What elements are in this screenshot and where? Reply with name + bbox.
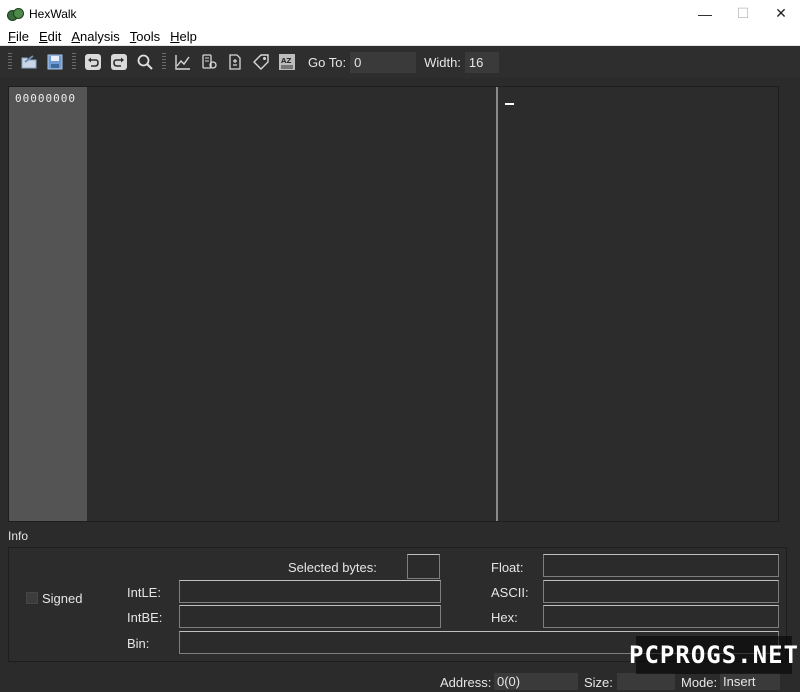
redo-button[interactable] xyxy=(108,51,130,73)
ascii-pane[interactable] xyxy=(498,87,778,521)
redo-icon xyxy=(111,54,127,70)
float-label: Float: xyxy=(491,560,524,575)
toolbar-grip-2[interactable] xyxy=(72,53,76,71)
search-button[interactable] xyxy=(134,51,156,73)
signed-checkbox[interactable] xyxy=(26,592,38,604)
app-logo-icon xyxy=(7,7,24,21)
open-button[interactable] xyxy=(18,51,40,73)
toolbar: AZ Go To: Width: xyxy=(0,46,800,78)
byte-pattern-button[interactable] xyxy=(198,51,220,73)
close-button[interactable]: ✕ xyxy=(762,0,800,27)
svg-text:AZ: AZ xyxy=(281,57,292,65)
mode-value: Insert xyxy=(720,673,780,690)
minimize-button[interactable]: — xyxy=(686,0,724,27)
maximize-button[interactable]: ☐ xyxy=(724,0,762,27)
toolbar-grip[interactable] xyxy=(8,53,12,71)
title-bar: HexWalk — ☐ ✕ xyxy=(0,0,800,27)
menu-help[interactable]: Help xyxy=(165,29,202,44)
info-section-title: Info xyxy=(8,529,29,543)
menu-file[interactable]: File xyxy=(3,29,34,44)
hex-label: Hex: xyxy=(491,610,518,625)
offset-value: 00000000 xyxy=(15,92,76,105)
width-label: Width: xyxy=(424,54,461,70)
hex-editor-area: 00000000 xyxy=(8,86,779,522)
selected-bytes-field[interactable] xyxy=(407,554,440,579)
text-cursor xyxy=(505,103,514,105)
menu-edit[interactable]: Edit xyxy=(34,29,66,44)
offset-column: 00000000 xyxy=(9,87,87,521)
analysis-chart-button[interactable] xyxy=(172,51,194,73)
size-value xyxy=(617,673,675,690)
signed-label: Signed xyxy=(42,591,83,606)
watermark: PCPROGS.NET xyxy=(629,636,798,674)
undo-button[interactable] xyxy=(82,51,104,73)
save-button[interactable] xyxy=(44,51,66,73)
file-compare-button[interactable] xyxy=(224,51,246,73)
window-controls: — ☐ ✕ xyxy=(686,0,800,27)
intbe-field[interactable] xyxy=(179,605,441,628)
window-title: HexWalk xyxy=(29,6,77,21)
intle-field[interactable] xyxy=(179,580,441,603)
size-label: Size: xyxy=(584,675,613,690)
address-value: 0(0) xyxy=(494,673,578,690)
open-folder-icon xyxy=(21,55,37,69)
tag-button[interactable] xyxy=(250,51,272,73)
menu-tools[interactable]: Tools xyxy=(125,29,165,44)
toolbar-grip-3[interactable] xyxy=(162,53,166,71)
search-icon xyxy=(137,54,153,70)
save-icon xyxy=(47,54,63,70)
tag-icon xyxy=(253,54,269,70)
sort-az-button[interactable]: AZ xyxy=(276,51,298,73)
intbe-label: IntBE: xyxy=(127,610,163,625)
goto-input[interactable] xyxy=(350,51,417,73)
selected-bytes-label: Selected bytes: xyxy=(288,560,377,575)
goto-label: Go To: xyxy=(308,54,347,70)
intle-label: IntLE: xyxy=(127,585,161,600)
chart-icon xyxy=(175,55,190,70)
menu-analysis[interactable]: Analysis xyxy=(66,29,124,44)
float-field[interactable] xyxy=(543,554,779,577)
menu-bar: File Edit Analysis Tools Help xyxy=(0,27,800,46)
ascii-label: ASCII: xyxy=(491,585,529,600)
hex-field[interactable] xyxy=(543,605,779,628)
undo-icon xyxy=(85,54,101,70)
width-input[interactable] xyxy=(464,51,499,73)
byte-pattern-icon xyxy=(202,54,217,69)
hex-pane[interactable] xyxy=(87,87,496,521)
bin-label: Bin: xyxy=(127,636,150,651)
address-label: Address: xyxy=(440,675,492,690)
sort-az-icon: AZ xyxy=(279,54,295,70)
ascii-field[interactable] xyxy=(543,580,779,603)
file-compare-icon xyxy=(229,54,241,70)
mode-label: Mode: xyxy=(681,675,718,690)
